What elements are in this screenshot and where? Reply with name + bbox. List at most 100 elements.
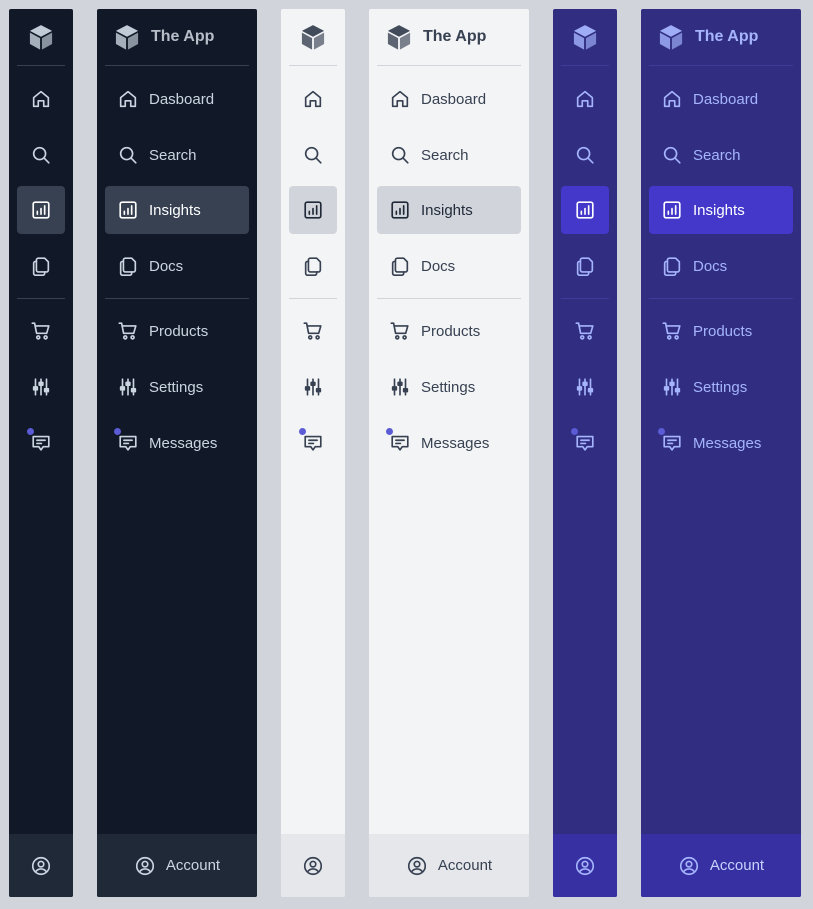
message-icon	[299, 428, 324, 454]
copy-icon	[30, 255, 52, 277]
notification-dot	[571, 428, 578, 435]
nav-item-messages[interactable]: Messages	[105, 419, 249, 467]
user-circle-icon	[30, 855, 52, 877]
account-button[interactable]	[9, 834, 73, 897]
nav-item-label: Insights	[149, 201, 201, 219]
account-button[interactable]	[281, 834, 345, 897]
notification-dot	[299, 428, 306, 435]
sliders-icon	[117, 376, 139, 398]
notification-dot	[658, 428, 665, 435]
notification-dot	[114, 428, 121, 435]
copy-icon	[389, 255, 411, 277]
nav-item-search[interactable]: Search	[649, 131, 793, 179]
nav-item-settings[interactable]: Settings	[105, 363, 249, 411]
nav-item-insights[interactable]: Insights	[105, 186, 249, 234]
nav-item-products[interactable]: Products	[649, 307, 793, 355]
home-icon	[117, 88, 139, 110]
nav-item-messages[interactable]	[17, 419, 65, 467]
nav-item-docs[interactable]	[17, 242, 65, 290]
nav-item-label: Dasboard	[149, 90, 215, 108]
nav-item-products[interactable]	[561, 307, 609, 355]
nav-item-label: Settings	[149, 378, 204, 396]
nav-item-docs[interactable]	[289, 242, 337, 290]
cube-icon[interactable]	[657, 23, 685, 51]
user-circle-icon	[134, 855, 156, 877]
nav-item-insights[interactable]: Insights	[377, 186, 521, 234]
nav-item-insights[interactable]	[17, 186, 65, 234]
search-icon	[30, 144, 52, 166]
nav-item-messages[interactable]	[289, 419, 337, 467]
nav-item-dashboard[interactable]	[289, 75, 337, 123]
nav-item-dashboard[interactable]	[17, 75, 65, 123]
account-button[interactable]	[553, 834, 617, 897]
copy-icon	[117, 255, 139, 277]
bar-chart-icon	[117, 199, 139, 221]
cube-icon[interactable]	[299, 23, 327, 51]
nav-item-settings[interactable]	[561, 363, 609, 411]
sliders-icon	[574, 376, 596, 398]
shopping-cart-icon	[30, 320, 52, 342]
nav-item-messages[interactable]: Messages	[377, 419, 521, 467]
divider	[17, 298, 65, 299]
nav-item-docs[interactable]	[561, 242, 609, 290]
nav-item-settings[interactable]: Settings	[377, 363, 521, 411]
bar-chart-icon	[661, 199, 683, 221]
nav-item-label: Messages	[693, 434, 762, 452]
divider	[561, 298, 609, 299]
nav-item-search[interactable]: Search	[105, 131, 249, 179]
account-button[interactable]: Account	[97, 834, 257, 897]
nav-item-search[interactable]	[289, 131, 337, 179]
sidebar-dark-expanded: The App Dasboard Search Insights Docs Pr…	[97, 9, 257, 897]
cube-icon[interactable]	[113, 23, 141, 51]
nav-item-settings[interactable]	[17, 363, 65, 411]
brand	[9, 9, 73, 65]
account-label: Account	[165, 857, 221, 874]
nav-item-insights[interactable]: Insights	[649, 186, 793, 234]
message-icon	[114, 428, 139, 454]
notification-dot	[27, 428, 34, 435]
nav-item-search[interactable]	[561, 131, 609, 179]
nav-item-dashboard[interactable]: Dasboard	[377, 75, 521, 123]
nav-item-docs[interactable]: Docs	[105, 242, 249, 290]
sliders-icon	[389, 376, 411, 398]
cube-icon[interactable]	[27, 23, 55, 51]
nav-item-insights[interactable]	[561, 186, 609, 234]
divider	[561, 65, 609, 66]
nav-item-label: Insights	[693, 201, 745, 219]
account-button[interactable]: Account	[641, 834, 801, 897]
divider	[289, 65, 337, 66]
sidebar-light-collapsed	[281, 9, 345, 897]
nav-item-dashboard[interactable]	[561, 75, 609, 123]
nav-item-docs[interactable]: Docs	[649, 242, 793, 290]
nav-item-label: Search	[149, 146, 197, 164]
home-icon	[302, 88, 324, 110]
nav-item-settings[interactable]: Settings	[649, 363, 793, 411]
nav-item-products[interactable]: Products	[105, 307, 249, 355]
nav-item-insights[interactable]	[289, 186, 337, 234]
account-button[interactable]: Account	[369, 834, 529, 897]
shopping-cart-icon	[574, 320, 596, 342]
nav-item-products[interactable]: Products	[377, 307, 521, 355]
user-circle-icon	[406, 855, 428, 877]
nav-item-settings[interactable]	[289, 363, 337, 411]
account-label: Account	[437, 857, 493, 874]
nav-item-label: Dasboard	[693, 90, 759, 108]
nav-item-products[interactable]	[17, 307, 65, 355]
shopping-cart-icon	[389, 320, 411, 342]
nav-item-dashboard[interactable]: Dasboard	[105, 75, 249, 123]
nav-item-label: Products	[421, 322, 481, 340]
shopping-cart-icon	[661, 320, 683, 342]
nav-item-messages[interactable]	[561, 419, 609, 467]
cube-icon[interactable]	[571, 23, 599, 51]
divider	[105, 298, 249, 299]
nav-item-dashboard[interactable]: Dasboard	[649, 75, 793, 123]
nav-item-search[interactable]: Search	[377, 131, 521, 179]
notification-dot	[386, 428, 393, 435]
nav-item-messages[interactable]: Messages	[649, 419, 793, 467]
home-icon	[30, 88, 52, 110]
nav-item-label: Dasboard	[421, 90, 487, 108]
nav-item-docs[interactable]: Docs	[377, 242, 521, 290]
nav-item-search[interactable]	[17, 131, 65, 179]
cube-icon[interactable]	[385, 23, 413, 51]
nav-item-products[interactable]	[289, 307, 337, 355]
